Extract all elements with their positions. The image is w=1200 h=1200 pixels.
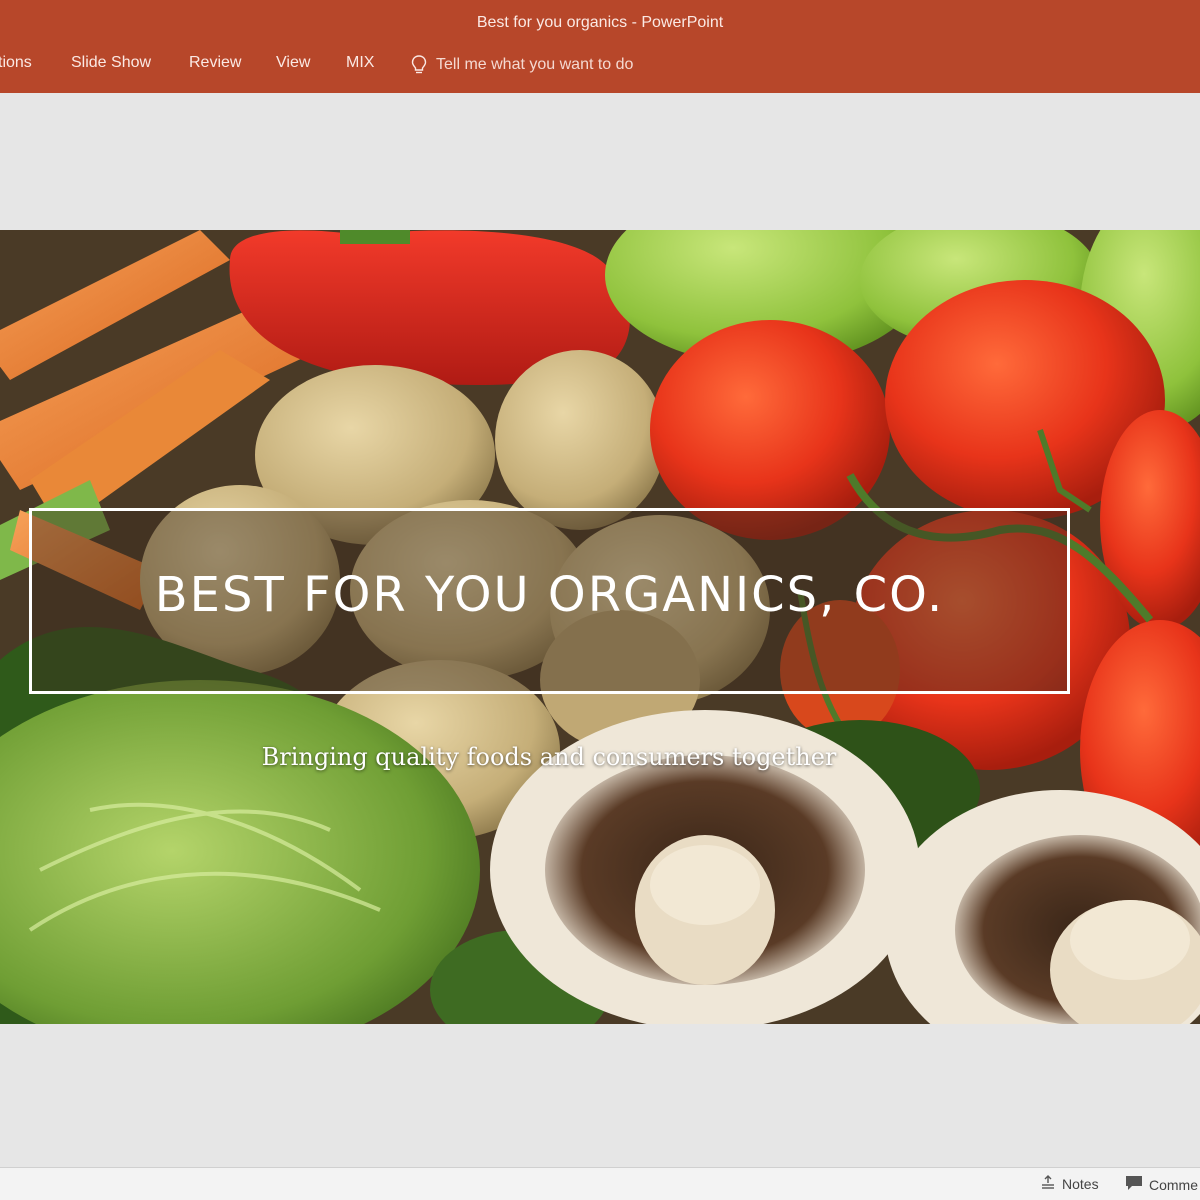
tab-mix[interactable]: MIX: [346, 54, 374, 72]
slide-title: BEST FOR YOU ORGANICS, CO.: [154, 567, 945, 623]
comments-button[interactable]: Comme: [1125, 1175, 1198, 1194]
window-title: Best for you organics - PowerPoint: [476, 14, 724, 31]
title-placeholder[interactable]: BEST FOR YOU ORGANICS, CO.: [29, 508, 1070, 694]
lightbulb-icon: [410, 54, 428, 76]
tell-me-search[interactable]: Tell me what you want to do: [410, 54, 633, 76]
comments-label: Comme: [1149, 1176, 1199, 1193]
tab-view[interactable]: View: [276, 54, 310, 72]
slide-subtitle[interactable]: Bringing quality foods and consumers tog…: [0, 743, 1098, 771]
status-bar: Notes Comme: [0, 1167, 1200, 1200]
slide-canvas[interactable]: BEST FOR YOU ORGANICS, CO. Bringing qual…: [0, 230, 1200, 1024]
tab-slide-show[interactable]: Slide Show: [71, 54, 151, 72]
tell-me-label: Tell me what you want to do: [436, 56, 634, 73]
tab-animations[interactable]: tions: [0, 54, 32, 72]
ribbon-tabs: tions Slide Show Review View MIX Tell me…: [0, 54, 1200, 82]
slide-workspace: BEST FOR YOU ORGANICS, CO. Bringing qual…: [0, 93, 1200, 1167]
title-bar: Best for you organics - PowerPoint tions…: [0, 0, 1200, 93]
notes-button[interactable]: Notes: [1040, 1175, 1099, 1192]
comment-icon: [1125, 1175, 1143, 1194]
tab-review[interactable]: Review: [189, 54, 241, 72]
notes-icon: [1040, 1175, 1056, 1192]
notes-label: Notes: [1062, 1175, 1099, 1192]
